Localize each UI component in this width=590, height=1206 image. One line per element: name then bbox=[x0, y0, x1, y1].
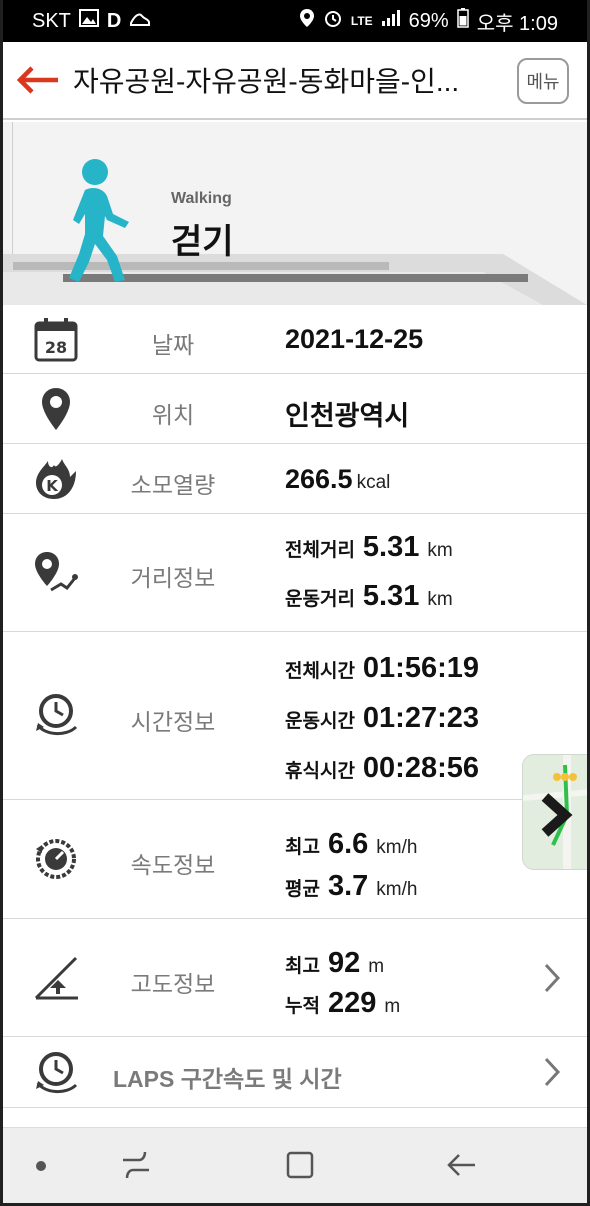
avg-speed-unit: km/h bbox=[376, 879, 418, 900]
calendar-icon: 28 bbox=[31, 315, 81, 365]
total-time-value: 01:56:19 bbox=[362, 652, 480, 684]
route-icon bbox=[31, 548, 81, 598]
location-row: 위치 인천광역시 bbox=[3, 374, 587, 444]
calories-label: 소모열량 bbox=[130, 472, 216, 498]
chevron-right-icon[interactable] bbox=[537, 958, 567, 998]
map-preview bbox=[523, 755, 589, 869]
laps-label: LAPS 구간속도 및 시간 bbox=[113, 1066, 342, 1092]
clock-rotate-icon bbox=[31, 1048, 81, 1098]
exercise-distance-key: 운동거리 bbox=[285, 589, 355, 610]
max-speed-key: 최고 bbox=[285, 837, 320, 858]
distance-row: 거리정보 전체거리 5.31 km 운동거리 5.31 km bbox=[3, 514, 587, 632]
total-distance: 전체거리 5.31 km bbox=[285, 531, 453, 564]
calories-unit: kcal bbox=[356, 472, 391, 493]
cumulative-altitude-value: 229 bbox=[327, 987, 377, 1019]
max-altitude: 최고 92 m bbox=[285, 947, 384, 980]
total-time-key: 전체시간 bbox=[285, 661, 355, 682]
shoe-icon bbox=[129, 10, 151, 33]
altitude-row[interactable]: 고도정보 최고 92 m 누적 229 m bbox=[3, 919, 587, 1037]
rest-time: 휴식시간 00:28:56 bbox=[285, 752, 479, 785]
home-icon[interactable] bbox=[283, 1148, 317, 1182]
total-distance-unit: km bbox=[427, 540, 453, 561]
cumulative-altitude-unit: m bbox=[384, 996, 401, 1017]
distance-label: 거리정보 bbox=[130, 565, 216, 591]
walking-person-icon bbox=[69, 159, 129, 282]
activity-hero: Walking 걷기 bbox=[3, 122, 587, 305]
cumulative-altitude-key: 누적 bbox=[285, 996, 320, 1017]
altitude-icon bbox=[31, 953, 81, 1003]
status-bar: SKT D LTE 69% 오후 1:09 bbox=[0, 0, 590, 42]
location-pin-icon bbox=[31, 384, 81, 434]
speedometer-icon bbox=[31, 834, 81, 884]
calories-flame-icon: K bbox=[31, 454, 81, 504]
time-label: 시간정보 bbox=[130, 709, 216, 735]
max-speed-value: 6.6 bbox=[327, 828, 369, 860]
exercise-time-value: 01:27:23 bbox=[362, 702, 480, 734]
activity-name-en: Walking bbox=[171, 190, 232, 207]
speed-label: 속도정보 bbox=[130, 852, 216, 878]
laps-row[interactable]: LAPS 구간속도 및 시간 bbox=[3, 1037, 587, 1108]
location-value: 인천광역시 bbox=[285, 401, 410, 431]
max-altitude-unit: m bbox=[368, 956, 385, 977]
map-thumbnail-button[interactable] bbox=[522, 754, 590, 870]
avg-speed-value: 3.7 bbox=[327, 870, 369, 902]
carrier-label: SKT bbox=[32, 9, 71, 32]
clock: 오후 1:09 bbox=[476, 12, 558, 35]
avg-speed-key: 평균 bbox=[285, 879, 320, 900]
recent-apps-icon[interactable] bbox=[119, 1148, 153, 1182]
chevron-right-icon[interactable] bbox=[537, 1052, 567, 1092]
network-label: LTE bbox=[350, 14, 373, 28]
battery-percent: 69% bbox=[408, 9, 449, 32]
time-row: 시간정보 전체시간 01:56:19 운동시간 01:27:23 휴식시간 00… bbox=[3, 632, 587, 800]
max-altitude-key: 최고 bbox=[285, 956, 320, 977]
back-nav-icon[interactable] bbox=[445, 1148, 479, 1182]
avg-speed: 평균 3.7 km/h bbox=[285, 870, 417, 903]
d-app-icon: D bbox=[106, 9, 122, 32]
location-pin-icon bbox=[299, 8, 315, 34]
location-label: 위치 bbox=[151, 402, 195, 428]
date-value: 2021-12-25 bbox=[285, 324, 424, 354]
total-time: 전체시간 01:56:19 bbox=[285, 652, 479, 685]
rest-time-value: 00:28:56 bbox=[362, 752, 480, 784]
back-button[interactable] bbox=[3, 41, 73, 119]
menu-button[interactable]: 메뉴 bbox=[517, 58, 569, 104]
date-row: 28 날짜 2021-12-25 bbox=[3, 305, 587, 374]
back-arrow-icon bbox=[16, 66, 58, 94]
speed-row[interactable]: 속도정보 최고 6.6 km/h 평균 3.7 km/h bbox=[3, 800, 587, 919]
dot-indicator-icon bbox=[36, 1161, 46, 1171]
svg-text:K: K bbox=[46, 477, 59, 495]
exercise-time-key: 운동시간 bbox=[285, 711, 355, 732]
gallery-icon bbox=[78, 9, 99, 33]
exercise-distance-value: 5.31 bbox=[362, 580, 420, 612]
total-distance-key: 전체거리 bbox=[285, 540, 355, 561]
activity-name-ko: 걷기 bbox=[171, 223, 234, 261]
altitude-label: 고도정보 bbox=[130, 971, 216, 997]
cumulative-altitude: 누적 229 m bbox=[285, 987, 400, 1020]
total-distance-value: 5.31 bbox=[362, 531, 420, 563]
rest-time-key: 휴식시간 bbox=[285, 761, 355, 782]
max-speed: 최고 6.6 km/h bbox=[285, 828, 417, 861]
summary-list: 28 날짜 2021-12-25 위치 인천광역시 K 소모열량 266.5 kc… bbox=[3, 305, 587, 1108]
exercise-distance-unit: km bbox=[427, 589, 453, 610]
calories-value-wrap: 266.5 kcal bbox=[285, 464, 390, 495]
max-altitude-value: 92 bbox=[327, 947, 361, 979]
calories-value: 266.5 bbox=[285, 464, 353, 494]
system-nav-bar bbox=[3, 1127, 587, 1203]
calendar-day-text: 28 bbox=[45, 338, 67, 357]
clock-rotate-icon bbox=[31, 690, 81, 740]
battery-icon bbox=[456, 8, 469, 34]
app-bar: 자유공원-자유공원-동화마을-인... 메뉴 bbox=[3, 42, 587, 120]
alarm-icon bbox=[323, 8, 343, 34]
max-speed-unit: km/h bbox=[376, 837, 418, 858]
page-title: 자유공원-자유공원-동화마을-인... bbox=[73, 66, 460, 97]
calories-row: K 소모열량 266.5 kcal bbox=[3, 444, 587, 514]
date-label: 날짜 bbox=[151, 332, 195, 358]
exercise-distance: 운동거리 5.31 km bbox=[285, 580, 453, 613]
exercise-time: 운동시간 01:27:23 bbox=[285, 702, 479, 735]
signal-icon bbox=[381, 9, 401, 33]
